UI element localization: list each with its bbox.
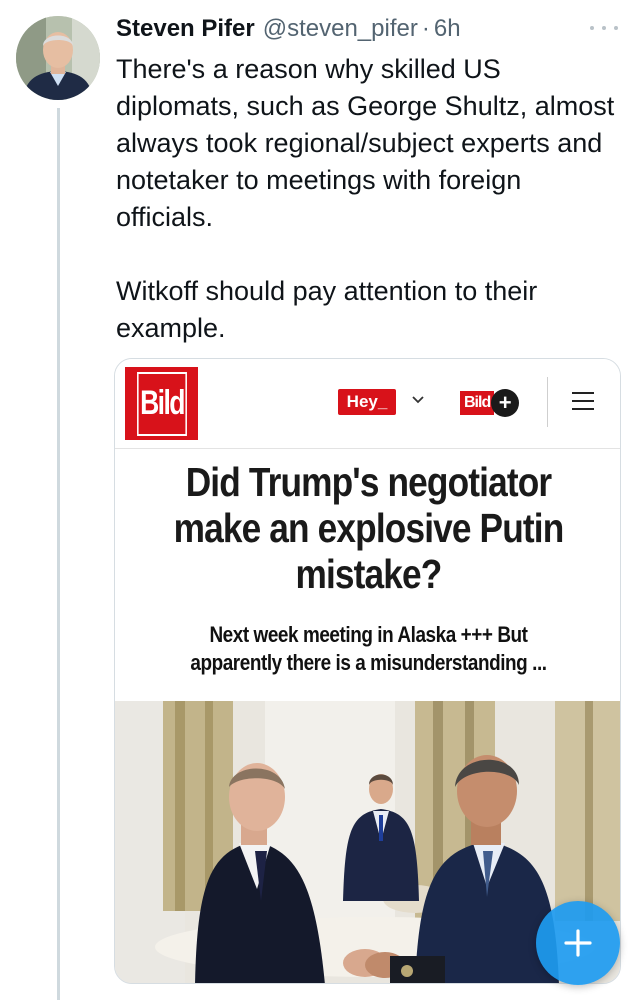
author-handle[interactable]: @steven_pifer [263,15,418,43]
hey-badge: Hey_ [338,389,396,415]
author-name[interactable]: Steven Pifer [116,15,255,43]
bild-plus-word: Bild [460,391,495,415]
article-headline: Did Trump's negotiator make an explosive… [173,459,565,597]
article-subheadline: Next week meeting in Alaska +++ But appa… [190,622,547,675]
author-avatar[interactable] [16,16,100,100]
article-image-card[interactable]: Bild Hey_ Bild + Did Trump's negotiator … [114,358,621,984]
bild-navbar: Bild Hey_ Bild + [115,359,620,449]
bild-plus-logo: Bild + [460,389,520,417]
navbar-divider [547,377,548,427]
tweet-text: There's a reason why skilled US diplomat… [116,54,615,343]
bild-plus-symbol: + [491,389,520,417]
more-horizontal-icon[interactable] [590,22,618,34]
chevron-down-icon [412,396,424,404]
tweet-header: Steven Pifer @steven_pifer · 6h [116,12,620,46]
compose-button[interactable] [536,901,620,985]
thread-line [57,108,60,1000]
plus-icon [564,929,592,957]
bild-logo: Bild [125,367,198,440]
separator-dot: · [421,15,430,42]
tweet-timestamp[interactable]: 6h [434,15,461,43]
hamburger-menu-icon [572,392,594,410]
bild-logo-text: Bild [136,371,187,436]
